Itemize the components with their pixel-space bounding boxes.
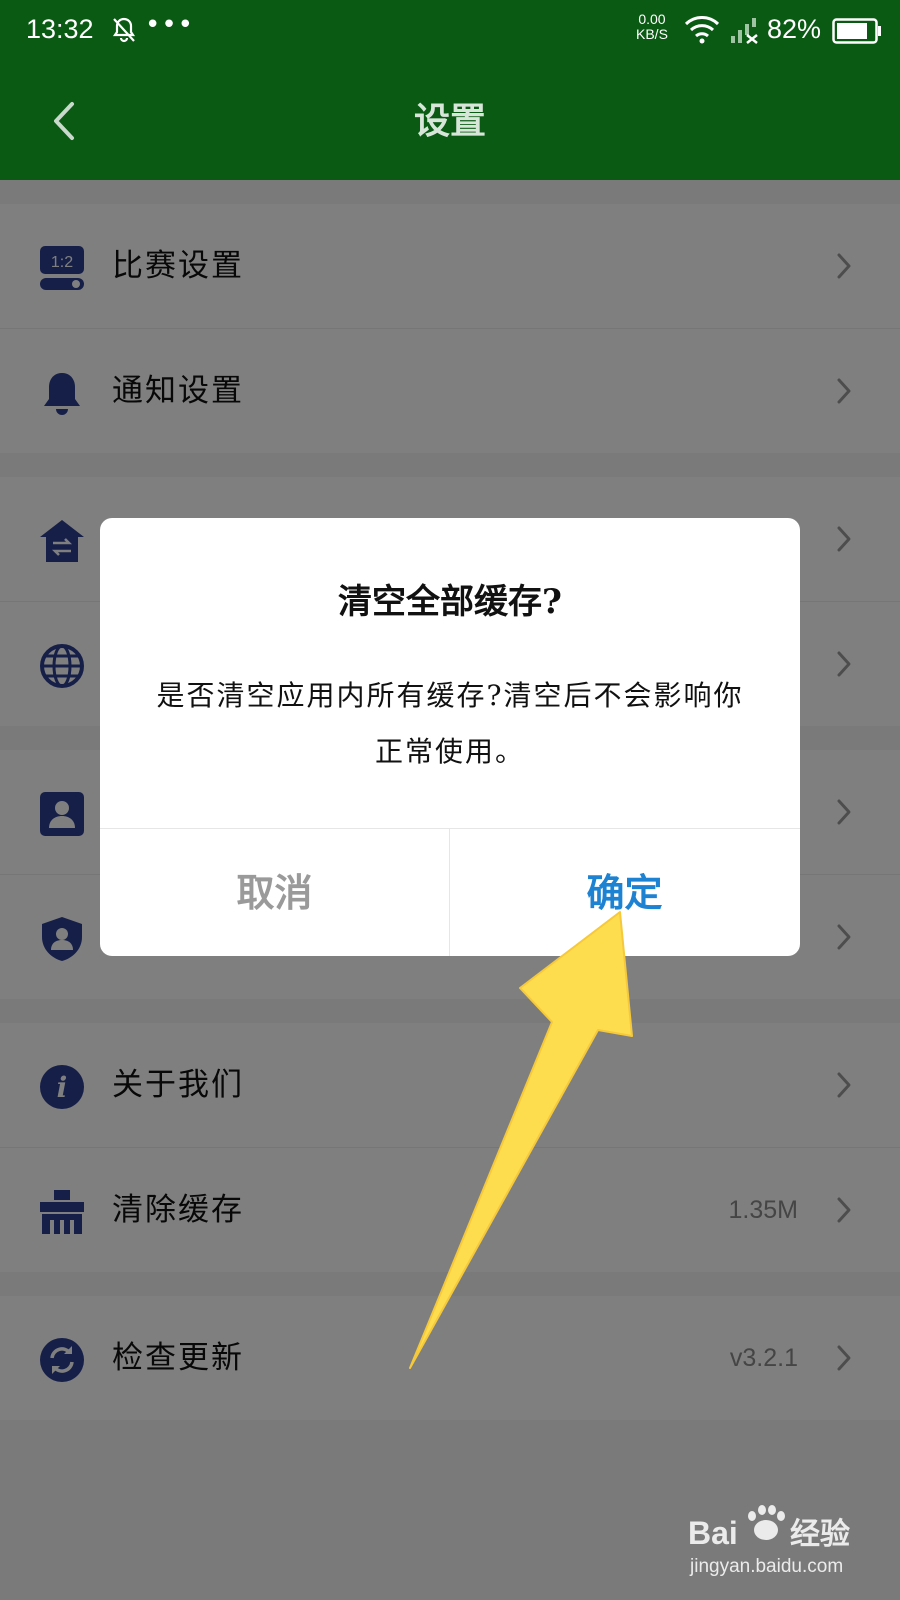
watermark-url: jingyan.baidu.com [689, 1556, 843, 1577]
battery-level: 82% [767, 14, 822, 44]
paw-icon [748, 1505, 785, 1540]
confirm-button[interactable]: 确定 [450, 829, 799, 956]
speed-unit: KB/S [636, 26, 668, 42]
watermark-brand-right: 经验 [790, 1517, 850, 1552]
status-time: 13:32 [26, 14, 94, 44]
clear-cache-dialog: 清空全部缓存? 是否清空应用内所有缓存?清空后不会影响你正常使用。 取消 确定 [100, 518, 800, 956]
status-dots: ••• [145, 10, 195, 40]
watermark-brand-left: Bai [688, 1515, 738, 1551]
signal-no-sim-icon [731, 18, 758, 44]
speed-value: 0.00 [638, 11, 666, 27]
battery-icon [832, 18, 881, 44]
cancel-button[interactable]: 取消 [100, 829, 449, 956]
dialog-message: 是否清空应用内所有缓存?清空后不会影响你正常使用。 [156, 679, 744, 768]
bell-off-icon [112, 17, 136, 43]
dialog-title: 清空全部缓存? [338, 582, 562, 622]
baidu-jingyan-watermark: Bai 经验 jingyan.baidu.com [688, 1505, 850, 1577]
page-title: 设置 [413, 100, 486, 142]
network-speed: 0.00 KB/S [636, 12, 668, 42]
title-bar: 设置 [0, 62, 900, 180]
status-bar: 13:32 ••• 0.00 KB/S 82% [0, 0, 900, 62]
wifi-icon [684, 16, 720, 44]
